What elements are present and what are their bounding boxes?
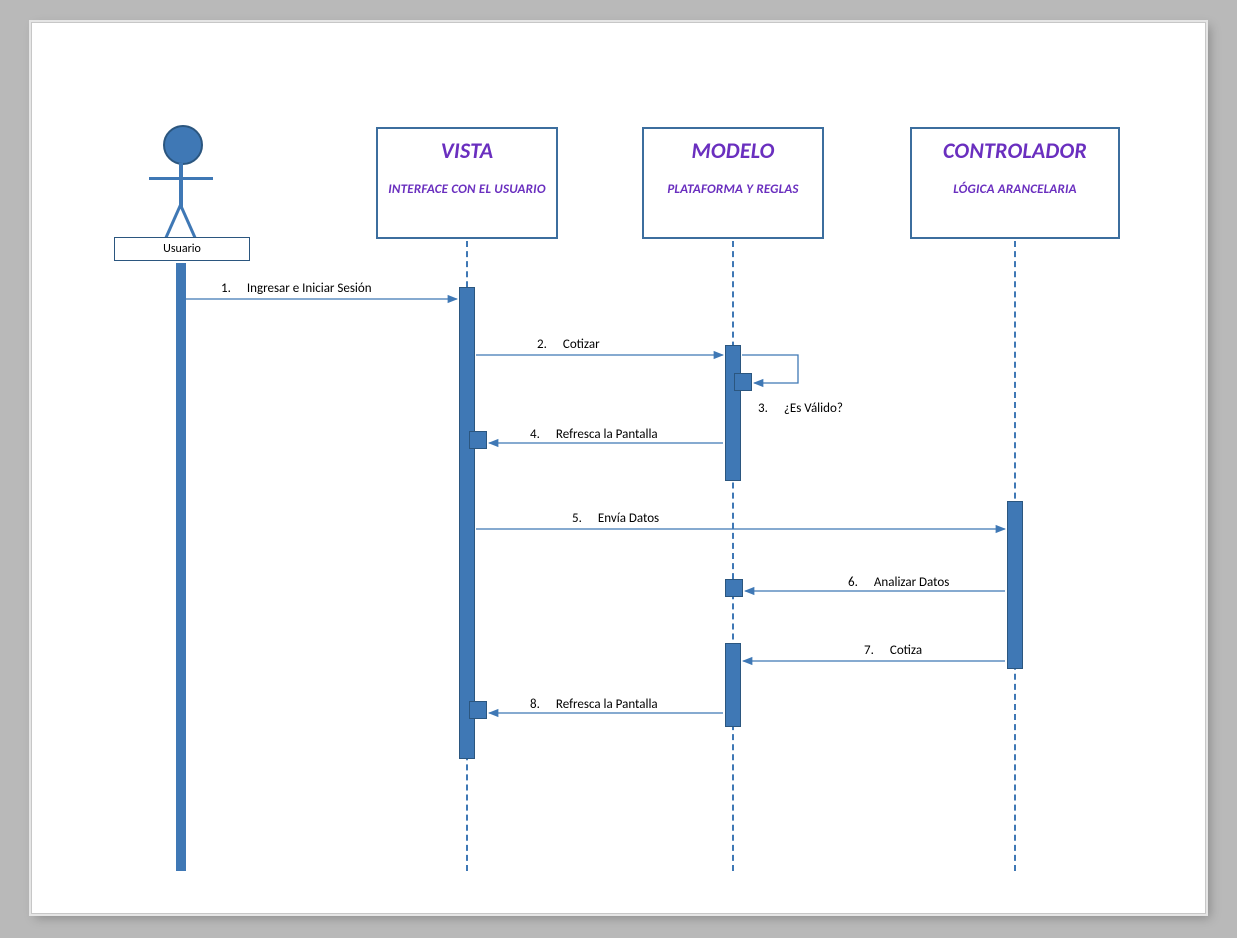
message-7-label: 7. Cotiza — [864, 643, 922, 658]
activation-modelo-2 — [725, 643, 741, 727]
message-2-label: 2. Cotizar — [537, 337, 600, 352]
participant-vista-subtitle: INTERFACE CON EL USUARIO — [378, 182, 556, 197]
exec-block-vista-refresh1 — [469, 431, 487, 449]
exec-block-modelo-self — [734, 373, 752, 391]
message-6-label: 6. Analizar Datos — [848, 575, 949, 590]
participant-vista: VISTA INTERFACE CON EL USUARIO — [376, 127, 558, 239]
activation-vista-main — [459, 287, 475, 759]
actor-leg-left-icon — [179, 204, 197, 240]
actor-arms-icon — [149, 177, 213, 180]
message-3-label: 3. ¿Es Válido? — [758, 401, 843, 416]
activation-modelo-1 — [725, 345, 741, 481]
message-4-label: 4. Refresca la Pantalla — [530, 427, 658, 442]
message-8-label: 8. Refresca la Pantalla — [530, 697, 658, 712]
actor-leg-right-icon — [164, 204, 182, 240]
exec-block-vista-refresh2 — [469, 701, 487, 719]
participant-vista-title: VISTA — [378, 137, 556, 164]
lifeline-usuario — [176, 263, 186, 871]
actor-label: Usuario — [114, 237, 250, 261]
actor-body-icon — [179, 163, 183, 207]
actor-head-icon — [163, 125, 203, 165]
participant-modelo-title: MODELO — [644, 137, 822, 164]
participant-modelo-subtitle: PLATAFORMA Y REGLAS — [644, 182, 822, 197]
message-1-label: 1. Ingresar e Iniciar Sesión — [221, 281, 372, 296]
participant-controlador-subtitle: LÓGICA ARANCELARIA — [912, 182, 1118, 197]
sequence-diagram-page: Usuario VISTA INTERFACE CON EL USUARIO M… — [31, 22, 1206, 914]
message-5-label: 5. Envía Datos — [572, 511, 659, 526]
participant-controlador-title: CONTROLADOR — [912, 137, 1118, 164]
participant-modelo: MODELO PLATAFORMA Y REGLAS — [642, 127, 824, 239]
activation-controlador — [1007, 501, 1023, 669]
participant-controlador: CONTROLADOR LÓGICA ARANCELARIA — [910, 127, 1120, 239]
exec-block-modelo-analyze — [725, 579, 743, 597]
lifeline-modelo — [732, 241, 734, 871]
